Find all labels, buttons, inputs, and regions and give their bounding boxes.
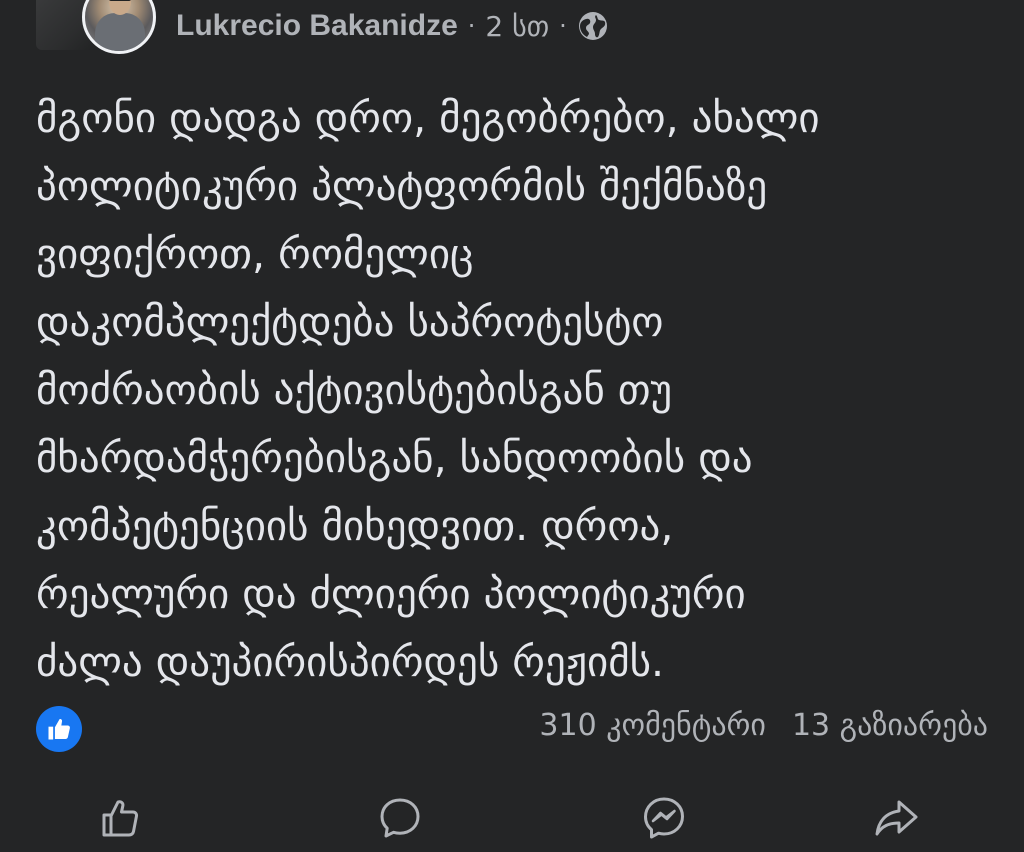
reactions-row: 310 კომენტარი 13 გაზიარება xyxy=(0,700,1024,760)
post-text-line: ძალა დაუპირისპირდეს რეჟიმს. xyxy=(36,638,665,686)
comments-count[interactable]: 310 კომენტარი xyxy=(539,708,766,743)
post-header: Lukrecio Bakanidze · 2 სთ · xyxy=(0,0,1024,58)
avatar-sunglasses xyxy=(109,0,131,1)
post-text-line: პოლიტიკური პლატფორმის შექმნაზე xyxy=(36,162,768,210)
send-button[interactable] xyxy=(636,790,692,846)
post-body-text: მგონი დადგა დრო, მეგობრებო, ახალი პოლიტი… xyxy=(36,84,996,696)
separator-dot-2: · xyxy=(559,12,567,40)
like-reaction-icon[interactable] xyxy=(36,706,82,752)
thumbs-up-icon xyxy=(102,800,139,837)
post-timestamp[interactable]: 2 სთ xyxy=(485,10,549,43)
engagement-counts: 310 კომენტარი 13 გაზიარება xyxy=(539,708,988,743)
avatar-body xyxy=(95,13,145,51)
share-arrow-icon xyxy=(875,800,918,836)
comment-bubble-icon xyxy=(380,798,420,838)
comment-button[interactable] xyxy=(372,790,428,846)
messenger-icon xyxy=(644,797,684,839)
post-text-line: მგონი დადგა დრო, მეგობრებო, ახალი xyxy=(36,94,820,142)
author-line: Lukrecio Bakanidze · 2 სთ · xyxy=(176,6,609,46)
post-text-line: კომპეტენციის მიხედვით. დროა, xyxy=(36,502,674,550)
post-text-line: რეალური და ძლიერი პოლიტიკური xyxy=(36,570,746,618)
post-screen: Lukrecio Bakanidze · 2 სთ · მგონი დადგა … xyxy=(0,0,1024,852)
shares-count[interactable]: 13 გაზიარება xyxy=(792,708,988,743)
separator-dot: · xyxy=(467,12,476,40)
post-text-line: მხარდამჭერებისგან, სანდოობის და xyxy=(36,434,753,482)
post-text-line: მოძრაობის აქტივისტებისგან თუ xyxy=(36,366,673,414)
post-text-line: ვიფიქროთ, რომელიც xyxy=(36,230,474,278)
post-action-bar xyxy=(0,790,1024,846)
share-button[interactable] xyxy=(868,790,924,846)
author-name[interactable]: Lukrecio Bakanidze xyxy=(176,9,458,43)
post-text-line: დაკომპლექტდება საპროტესტო xyxy=(36,298,664,346)
globe-icon xyxy=(577,10,609,42)
like-button[interactable] xyxy=(92,790,148,846)
